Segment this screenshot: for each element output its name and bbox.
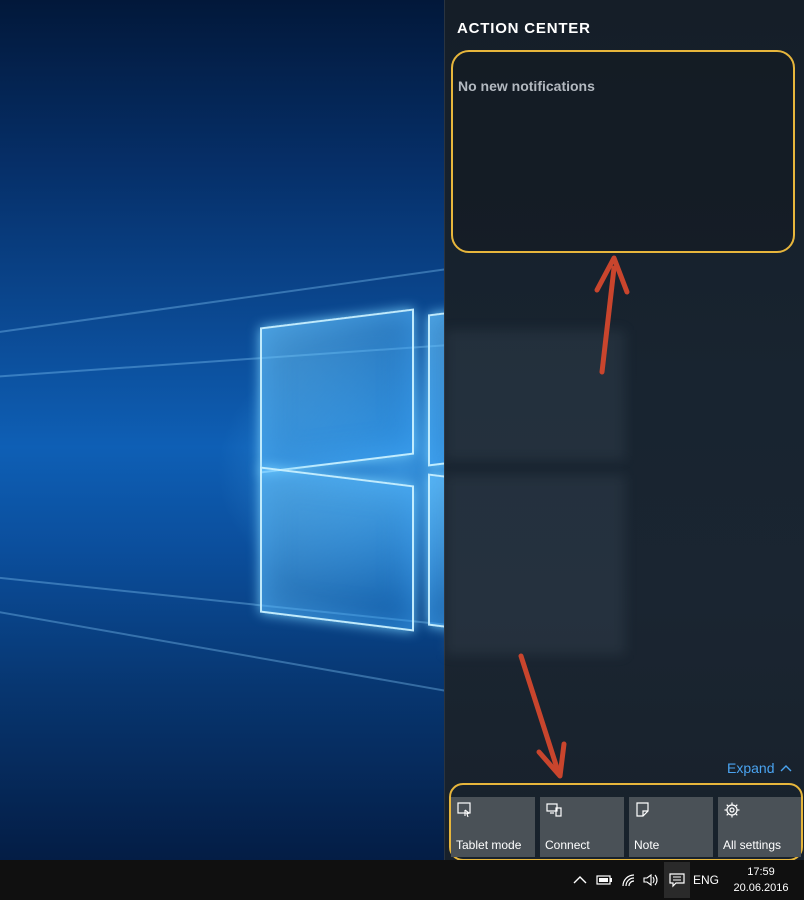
chevron-up-icon[interactable] bbox=[571, 872, 589, 888]
action-center-icon bbox=[669, 873, 685, 888]
gear-icon bbox=[724, 802, 740, 818]
note-label: Note bbox=[634, 838, 660, 852]
expand-button[interactable]: Expand bbox=[727, 760, 792, 776]
expand-label: Expand bbox=[727, 760, 775, 776]
all-settings-tile[interactable]: All settings bbox=[718, 797, 801, 857]
window-logo-pane bbox=[260, 466, 414, 632]
clock[interactable]: 17:59 20.06.2016 bbox=[728, 864, 794, 896]
action-center-tray-button[interactable] bbox=[664, 862, 690, 898]
window-logo-pane bbox=[260, 308, 414, 474]
clock-time: 17:59 bbox=[747, 866, 775, 878]
volume-icon[interactable] bbox=[642, 872, 660, 888]
wifi-icon[interactable] bbox=[620, 872, 638, 888]
no-notifications-text: No new notifications bbox=[458, 78, 595, 94]
connect-icon bbox=[546, 803, 562, 817]
battery-icon[interactable] bbox=[595, 872, 613, 888]
notifications-area: No new notifications bbox=[451, 50, 795, 253]
all-settings-label: All settings bbox=[723, 838, 782, 852]
connect-tile[interactable]: Connect bbox=[540, 797, 624, 857]
action-center-title: ACTION CENTER bbox=[457, 20, 591, 37]
tablet-mode-label: Tablet mode bbox=[456, 838, 522, 852]
connect-label: Connect bbox=[545, 838, 590, 852]
window-logo-pane bbox=[428, 473, 444, 631]
note-tile[interactable]: Note bbox=[629, 797, 713, 857]
chevron-up-icon bbox=[780, 765, 792, 772]
clock-date: 20.06.2016 bbox=[733, 882, 789, 894]
tablet-mode-icon bbox=[457, 802, 471, 818]
window-logo-pane bbox=[428, 309, 444, 467]
desktop-wallpaper bbox=[0, 0, 444, 860]
tablet-mode-tile[interactable]: Tablet mode bbox=[451, 797, 535, 857]
language-indicator[interactable]: ENG bbox=[693, 873, 719, 887]
note-icon bbox=[636, 802, 649, 817]
action-center-panel: ACTION CENTER No new notifications Expan… bbox=[444, 0, 804, 861]
quick-actions-area: Tablet mode Connect Note All settings bbox=[449, 783, 803, 861]
